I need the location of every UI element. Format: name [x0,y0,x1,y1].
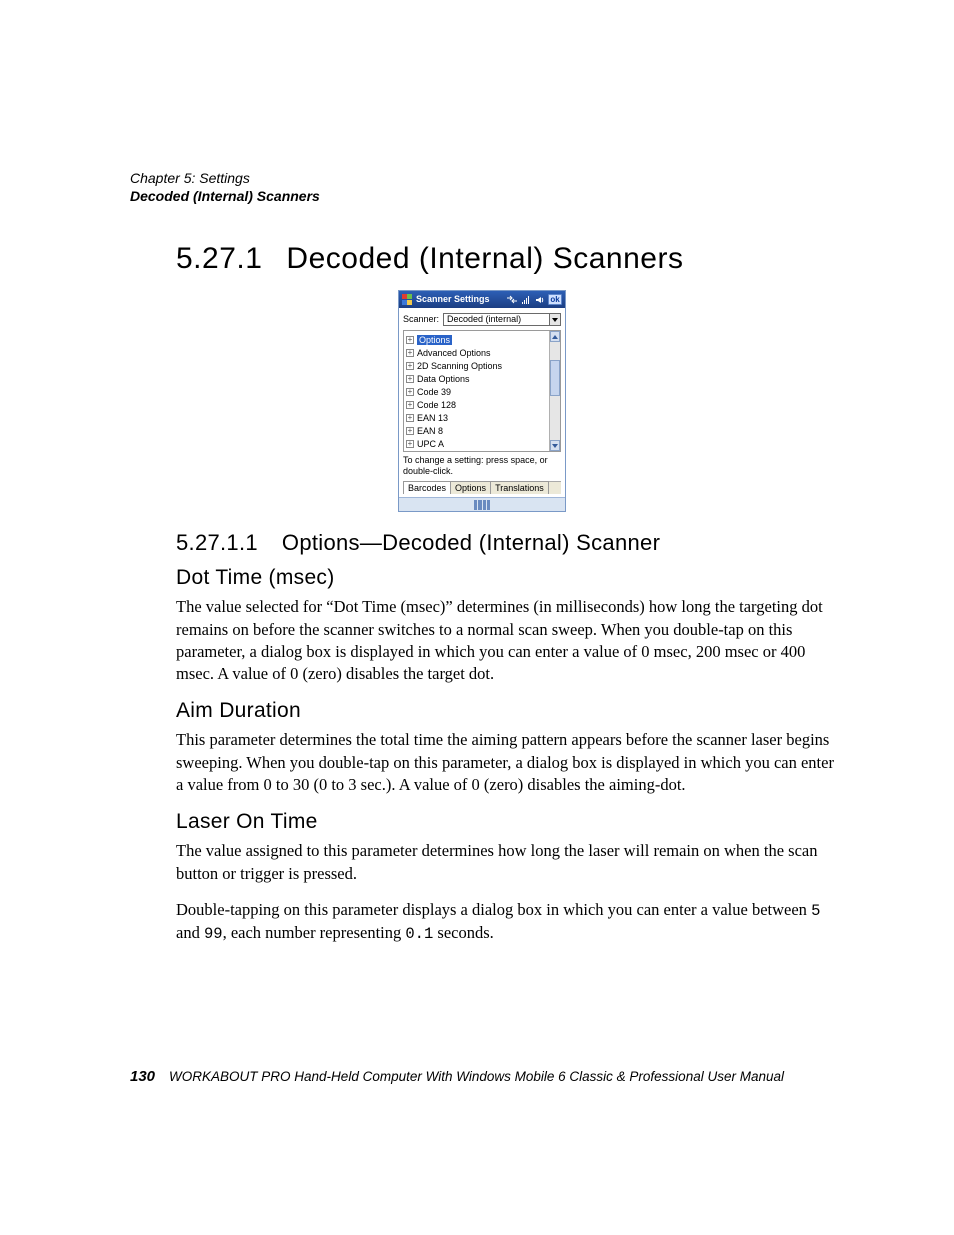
tree-scrollbar[interactable] [549,331,560,451]
footer-text: WORKABOUT PRO Hand-Held Computer With Wi… [169,1069,784,1084]
heading-5-27-1-1: 5.27.1.1 Options—Decoded (Internal) Scann… [176,530,834,556]
expand-icon[interactable]: + [406,414,414,422]
scroll-thumb[interactable] [550,360,560,396]
heading-text: Options—Decoded (Internal) Scanner [282,530,660,555]
dialog-tabs: Barcodes Options Translations [403,481,561,495]
ok-button[interactable]: ok [548,294,562,305]
tree-item-2d-scanning-options[interactable]: +2D Scanning Options [406,360,547,372]
section-label: Decoded (Internal) Scanners [130,188,834,204]
tree-item-code-39[interactable]: +Code 39 [406,386,547,398]
tree-item-ean-8[interactable]: +EAN 8 [406,425,547,437]
window-title: Scanner Settings [416,294,490,305]
soft-keyboard-bar[interactable] [399,497,565,511]
tree-item-data-options[interactable]: +Data Options [406,373,547,385]
paragraph-laser-on-2: Double-tapping on this parameter display… [176,899,834,945]
tab-translations[interactable]: Translations [490,481,549,495]
page-number: 130 [130,1068,155,1085]
scanner-select-value: Decoded (internal) [447,314,521,325]
expand-icon[interactable]: + [406,440,414,448]
scanner-label: Scanner: [403,314,439,325]
window-titlebar: Scanner Settings ok [399,291,565,308]
expand-icon[interactable]: + [406,375,414,383]
heading-laser-on-time: Laser On Time [176,810,834,834]
scroll-down-icon[interactable] [550,440,560,451]
paragraph-dot-time: The value selected for “Dot Time (msec)”… [176,596,834,685]
tree-item-code-128[interactable]: +Code 128 [406,399,547,411]
expand-icon[interactable]: + [406,349,414,357]
screenshot-scanner-settings: Scanner Settings ok Scanner: Decoded (in [398,290,566,512]
value-99: 99 [204,925,223,943]
value-0-1: 0.1 [405,925,433,943]
tree-item-options[interactable]: +Options [406,334,547,346]
tree-item-upc-a[interactable]: +UPC A [406,438,547,450]
volume-icon[interactable] [534,294,545,305]
expand-icon[interactable]: + [406,336,414,344]
heading-number: 5.27.1 [176,242,262,276]
page-footer: 130 WORKABOUT PRO Hand-Held Computer Wit… [130,1068,847,1085]
chapter-label: Chapter 5: Settings [130,170,834,186]
scroll-track[interactable] [550,342,560,440]
heading-aim-duration: Aim Duration [176,699,834,723]
heading-number: 5.27.1.1 [176,530,258,556]
keyboard-icon[interactable] [474,500,490,510]
tree-item-advanced-options[interactable]: +Advanced Options [406,347,547,359]
connectivity-icon[interactable] [506,294,517,305]
options-tree[interactable]: +Options +Advanced Options +2D Scanning … [404,331,549,451]
chevron-down-icon[interactable] [549,314,560,325]
heading-dot-time: Dot Time (msec) [176,566,834,590]
expand-icon[interactable]: + [406,427,414,435]
signal-icon[interactable] [520,294,531,305]
tree-item-ean-13[interactable]: +EAN 13 [406,412,547,424]
tab-options[interactable]: Options [450,481,491,495]
heading-5-27-1: 5.27.1 Decoded (Internal) Scanners [176,242,834,276]
hint-text: To change a setting: press space, or dou… [403,452,561,481]
value-5: 5 [811,902,820,920]
scroll-up-icon[interactable] [550,331,560,342]
expand-icon[interactable]: + [406,388,414,396]
expand-icon[interactable]: + [406,401,414,409]
heading-text: Decoded (Internal) Scanners [286,242,683,275]
paragraph-aim-duration: This parameter determines the total time… [176,729,834,796]
paragraph-laser-on-1: The value assigned to this parameter det… [176,840,834,885]
scanner-select[interactable]: Decoded (internal) [443,313,561,326]
expand-icon[interactable]: + [406,362,414,370]
start-icon[interactable] [402,294,413,305]
tab-barcodes[interactable]: Barcodes [403,481,451,495]
